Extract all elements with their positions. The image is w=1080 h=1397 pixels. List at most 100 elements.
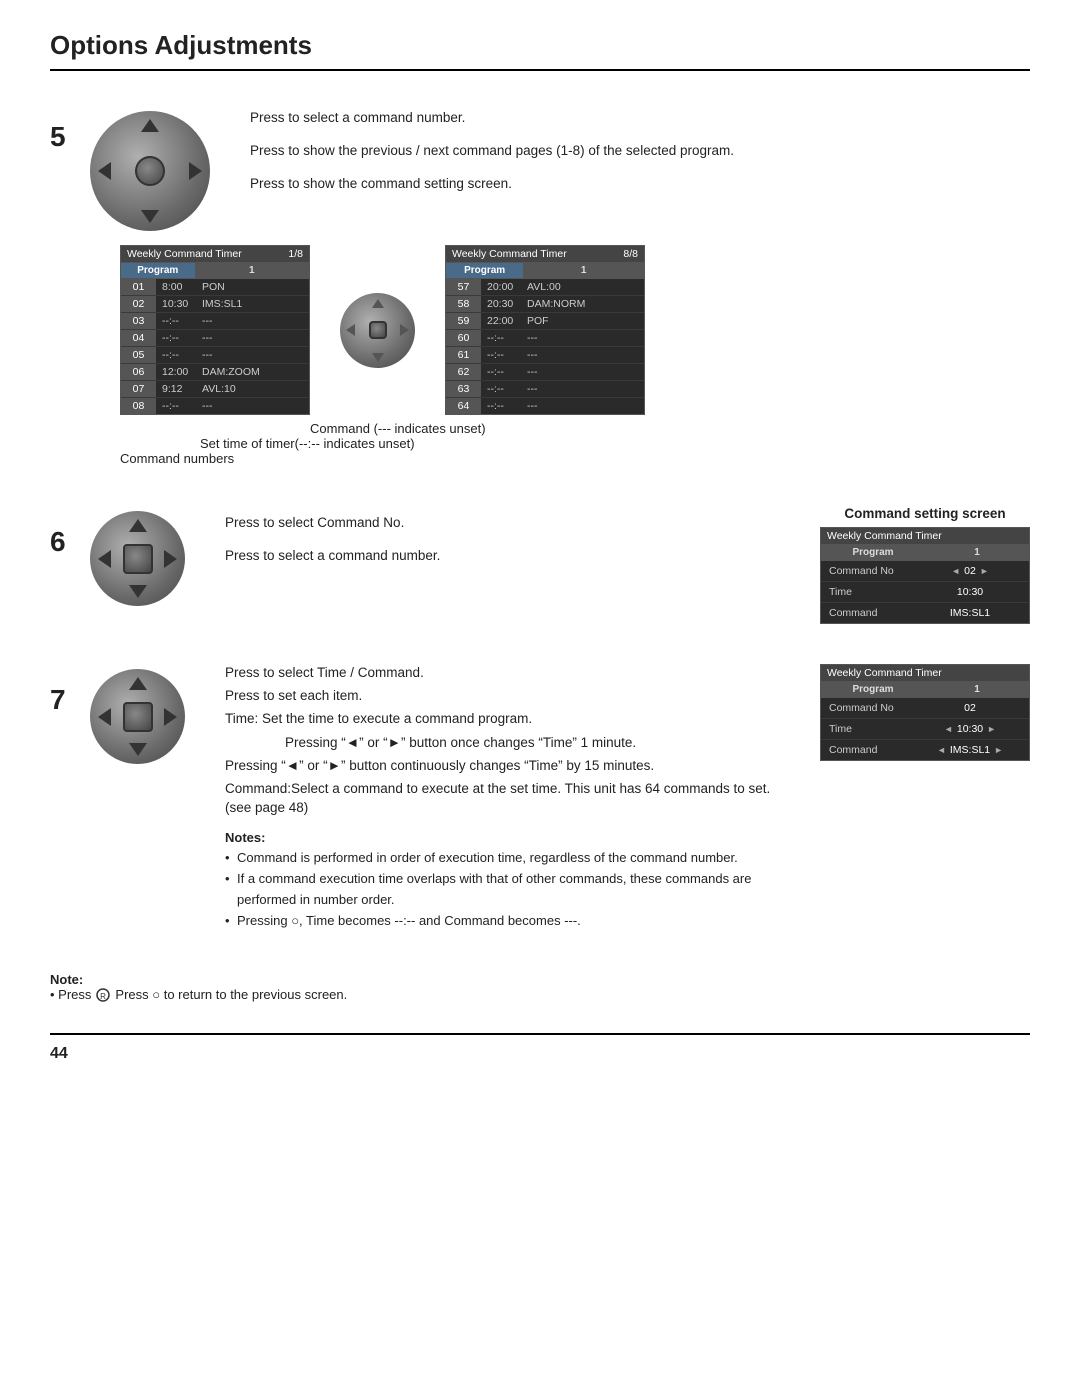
nav-center[interactable] xyxy=(369,321,387,339)
screen2-h2: 1 xyxy=(523,263,644,278)
cmd-label: Command No xyxy=(821,700,911,716)
arrow-left-5[interactable] xyxy=(98,162,111,180)
section-5: 5 Press to select a command number. xyxy=(50,101,1030,466)
cmd-screen-6: Weekly Command Timer Program 1 Command N… xyxy=(820,527,1030,624)
center-button-7[interactable] xyxy=(123,702,153,732)
arrow-up-5[interactable] xyxy=(141,119,159,132)
table-row: 61 --:-- --- xyxy=(446,347,644,364)
cmd-row: Command No 02 xyxy=(821,698,1029,719)
table-row: 05 --:-- --- xyxy=(121,347,309,364)
row-num: 61 xyxy=(446,347,481,363)
row-num: 58 xyxy=(446,296,481,312)
row-cmd: --- xyxy=(521,398,561,414)
section-7: 7 Press to select Time / Co xyxy=(50,664,1030,932)
row-num: 59 xyxy=(446,313,481,329)
bottom-note-title: Note: xyxy=(50,972,1030,987)
screen2-title-bar: Weekly Command Timer 8/8 xyxy=(446,246,644,262)
row-cmd: --- xyxy=(521,364,561,380)
remote-control-6 xyxy=(90,511,185,606)
row-num: 63 xyxy=(446,381,481,397)
annotation3: Command numbers xyxy=(120,451,1030,466)
nav-circle-middle xyxy=(340,293,415,368)
row-num: 57 xyxy=(446,279,481,295)
screen1-title: Weekly Command Timer xyxy=(127,248,242,260)
table-row: 06 12:00 DAM:ZOOM xyxy=(121,364,309,381)
row-num: 01 xyxy=(121,279,156,295)
screen1-h1: Program xyxy=(121,263,195,278)
cmd-value: 02 xyxy=(911,700,1029,716)
screen-annotations: Command (--- indicates unset) Set time o… xyxy=(120,421,1030,466)
section-6: 6 Press to select Command No. Press to s… xyxy=(50,506,1030,624)
desc5-2: Press to show the previous / next comman… xyxy=(250,142,734,161)
table-row: 60 --:-- --- xyxy=(446,330,644,347)
desc7-block: Press to select Time / Command. Press to… xyxy=(225,664,800,932)
list-item: If a command execution time overlaps wit… xyxy=(225,869,800,911)
list-item: Command is performed in order of executi… xyxy=(225,848,800,869)
table-row: 08 --:-- --- xyxy=(121,398,309,414)
nav-up[interactable] xyxy=(372,299,384,308)
arrow-right-6[interactable] xyxy=(164,550,177,568)
row-cmd: --- xyxy=(196,313,236,329)
cmd-screen-7: Weekly Command Timer Program 1 Command N… xyxy=(820,664,1030,761)
arrow-left-7[interactable] xyxy=(98,708,111,726)
row-time: --:-- xyxy=(481,330,521,346)
table-row: 01 8:00 PON xyxy=(121,279,309,296)
arrow-up-6[interactable] xyxy=(129,519,147,532)
cmd-row: Time ◄10:30► xyxy=(821,719,1029,740)
screen2-rows: 57 20:00 AVL:00 58 20:30 DAM:NORM 59 22:… xyxy=(446,279,644,414)
page-title: Options Adjustments xyxy=(50,30,1030,71)
row-cmd: --- xyxy=(521,347,561,363)
row-time: --:-- xyxy=(481,347,521,363)
section7-notes: Notes: Command is performed in order of … xyxy=(225,828,800,932)
nav-left[interactable] xyxy=(346,324,355,336)
row-time: --:-- xyxy=(481,398,521,414)
arrow-right-7[interactable] xyxy=(164,708,177,726)
arrow-down-6[interactable] xyxy=(129,585,147,598)
desc7-1: Press to select Time / Command. xyxy=(225,664,800,683)
desc7-4: Pressing “◄” or “►” button once changes … xyxy=(285,733,800,753)
cmd-screen6-rows: Command No ◄02► Time 10:30 Command IMS:S… xyxy=(821,561,1029,623)
section-number-5: 5 xyxy=(50,121,90,153)
arrow-up-7[interactable] xyxy=(129,677,147,690)
arrow-down-7[interactable] xyxy=(129,743,147,756)
row-num: 02 xyxy=(121,296,156,312)
cmd-value: IMS:SL1 xyxy=(911,605,1029,621)
remote-control-5 xyxy=(90,111,210,231)
row-num: 60 xyxy=(446,330,481,346)
center-button-5[interactable] xyxy=(135,156,165,186)
center-button-6[interactable] xyxy=(123,544,153,574)
row-time: --:-- xyxy=(156,347,196,363)
arrow-right-5[interactable] xyxy=(189,162,202,180)
desc7-3: Time: Set the time to execute a command … xyxy=(225,710,800,729)
cmd-value: 10:30 xyxy=(911,584,1029,600)
screen2-h1: Program xyxy=(446,263,523,278)
desc7-6: Command:Select a command to execute at t… xyxy=(225,780,800,818)
table-row: 58 20:30 DAM:NORM xyxy=(446,296,644,313)
nav-down[interactable] xyxy=(372,353,384,362)
row-time: 20:00 xyxy=(481,279,521,295)
row-time: 10:30 xyxy=(156,296,196,312)
row-cmd: --- xyxy=(196,398,236,414)
section7-notes-list: Command is performed in order of executi… xyxy=(225,848,800,931)
arrow-left-6[interactable] xyxy=(98,550,111,568)
list-item: Pressing ○, Time becomes --:-- and Comma… xyxy=(225,911,800,932)
arrow-down-5[interactable] xyxy=(141,210,159,223)
cmd-row: Command No ◄02► xyxy=(821,561,1029,582)
nav-right[interactable] xyxy=(400,324,409,336)
table-row: 57 20:00 AVL:00 xyxy=(446,279,644,296)
table-row: 03 --:-- --- xyxy=(121,313,309,330)
row-num: 07 xyxy=(121,381,156,397)
row-num: 05 xyxy=(121,347,156,363)
annotation2: Set time of timer(--:-- indicates unset) xyxy=(200,436,1030,451)
cmd-label: Command xyxy=(821,742,911,758)
row-time: --:-- xyxy=(481,364,521,380)
desc5-1: Press to select a command number. xyxy=(250,109,734,128)
screen2-page: 8/8 xyxy=(623,248,638,260)
row-cmd: DAM:NORM xyxy=(521,296,591,312)
svg-text:R: R xyxy=(101,992,107,1001)
row-num: 64 xyxy=(446,398,481,414)
table-row: 02 10:30 IMS:SL1 xyxy=(121,296,309,313)
cmd-setting-area-7: Weekly Command Timer Program 1 Command N… xyxy=(820,664,1030,761)
cmd-value: ◄10:30► xyxy=(911,721,1029,737)
screen1-title-bar: Weekly Command Timer 1/8 xyxy=(121,246,309,262)
